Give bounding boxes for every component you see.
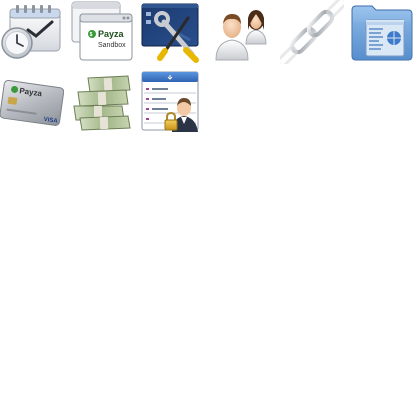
sandbox-label: Sandbox xyxy=(98,42,126,49)
payza-sandbox-window-icon[interactable]: $ Payza Sandbox xyxy=(70,0,134,64)
svg-text:$: $ xyxy=(90,32,93,38)
calendar-clock-icon[interactable] xyxy=(0,0,64,64)
settings-tools-icon[interactable] xyxy=(140,0,204,64)
secure-contact-list-icon[interactable] xyxy=(140,70,204,134)
link-chain-icon[interactable] xyxy=(280,0,344,64)
payza-brand-text: Payza xyxy=(98,29,125,39)
money-stacks-icon[interactable] xyxy=(70,70,134,134)
payza-card-icon[interactable]: Payza VISA xyxy=(0,70,64,134)
web-folder-icon[interactable] xyxy=(350,0,414,64)
users-icon[interactable] xyxy=(210,0,274,64)
